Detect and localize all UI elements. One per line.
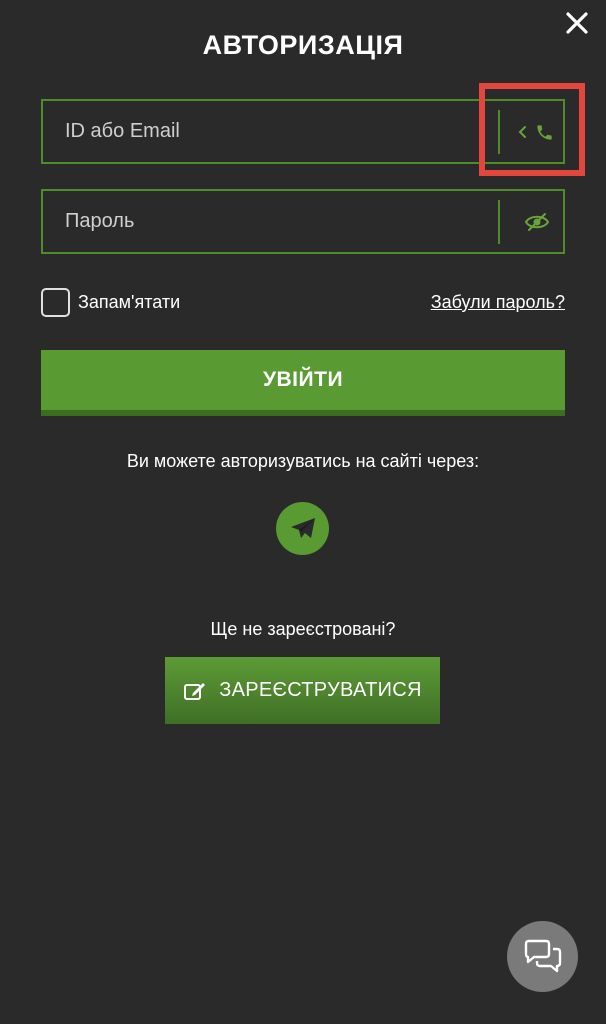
register-button[interactable]: ЗАРЕЄСТРУВАТИСЯ: [165, 657, 440, 724]
telegram-login-button[interactable]: [276, 502, 329, 555]
remember-me[interactable]: Запам'ятати: [41, 288, 180, 317]
phone-login-toggle[interactable]: [509, 115, 561, 149]
field-divider: [498, 200, 500, 244]
social-login-text: Ви можете авторизуватись на сайті через:: [126, 451, 480, 471]
password-field: [41, 189, 565, 254]
login-button[interactable]: УВІЙТИ: [41, 350, 565, 416]
register-button-label: ЗАРЕЄСТРУВАТИСЯ: [219, 679, 422, 701]
forgot-password-link[interactable]: Забули пароль?: [431, 292, 565, 313]
login-field: [41, 99, 565, 164]
show-password-toggle[interactable]: [517, 205, 557, 239]
field-divider: [498, 110, 500, 154]
telegram-icon: [290, 517, 315, 538]
not-registered-text: Ще не зареєстровані?: [210, 619, 396, 639]
login-screen: АВТОРИЗАЦІЯ Запам'ятати Забули парол: [0, 0, 606, 1024]
login-input[interactable]: [65, 101, 485, 162]
eye-icon: [524, 213, 550, 231]
chevron-left-icon: [518, 126, 526, 138]
page-title: АВТОРИЗАЦІЯ: [202, 30, 404, 60]
chat-icon: [524, 939, 561, 972]
chat-button[interactable]: [507, 921, 578, 992]
edit-icon: [184, 682, 206, 700]
phone-icon: [536, 124, 552, 140]
remember-checkbox[interactable]: [41, 288, 70, 317]
remember-label: Запам'ятати: [78, 292, 181, 312]
password-input[interactable]: [65, 191, 485, 252]
